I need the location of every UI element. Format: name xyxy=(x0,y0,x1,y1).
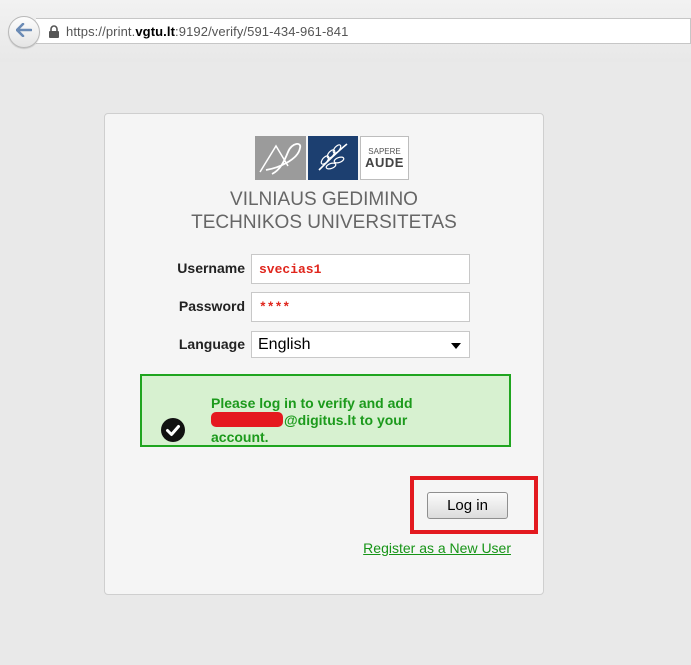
login-card: SAPERE AUDE VILNIAUS GEDIMINO TECHNIKOS … xyxy=(104,113,544,595)
logo-swirl-icon xyxy=(255,136,306,180)
logo-motto: SAPERE AUDE xyxy=(360,136,409,180)
lock-icon xyxy=(48,24,60,38)
browser-toolbar: https://print.vgtu.lt:9192/verify/591-43… xyxy=(0,0,691,62)
message-line-2: @digitus.lt to your xyxy=(284,412,408,428)
redaction-mark xyxy=(211,412,283,427)
register-link[interactable]: Register as a New User xyxy=(321,540,511,556)
info-message-box: Please log in to verify and add @digitus… xyxy=(140,374,511,447)
password-label: Password xyxy=(178,298,245,314)
back-button[interactable] xyxy=(8,16,40,48)
check-circle-icon xyxy=(161,418,185,447)
login-button[interactable]: Log in xyxy=(427,492,508,519)
language-select[interactable]: English xyxy=(251,331,470,358)
address-bar[interactable]: https://print.vgtu.lt:9192/verify/591-43… xyxy=(36,18,691,44)
university-logo: SAPERE AUDE xyxy=(255,136,409,180)
info-message-text: Please log in to verify and add @digitus… xyxy=(211,395,501,446)
language-label: Language xyxy=(178,336,245,352)
language-selected-value: English xyxy=(258,335,311,353)
university-name-line-1: VILNIAUS GEDIMINO xyxy=(230,189,418,210)
dropdown-arrow-icon xyxy=(451,336,461,354)
password-input[interactable] xyxy=(251,292,470,322)
url-text: https://print.vgtu.lt:9192/verify/591-43… xyxy=(66,23,349,39)
motto-line-2: AUDE xyxy=(365,154,404,170)
message-line-3: account. xyxy=(211,429,269,445)
back-arrow-icon xyxy=(15,22,33,42)
university-name-line-2: TECHNIKOS UNIVERSITETAS xyxy=(191,212,457,233)
username-input[interactable] xyxy=(251,254,470,284)
logo-laurel-icon xyxy=(308,136,358,180)
username-label: Username xyxy=(177,260,245,276)
message-line-1: Please log in to verify and add xyxy=(211,395,413,411)
